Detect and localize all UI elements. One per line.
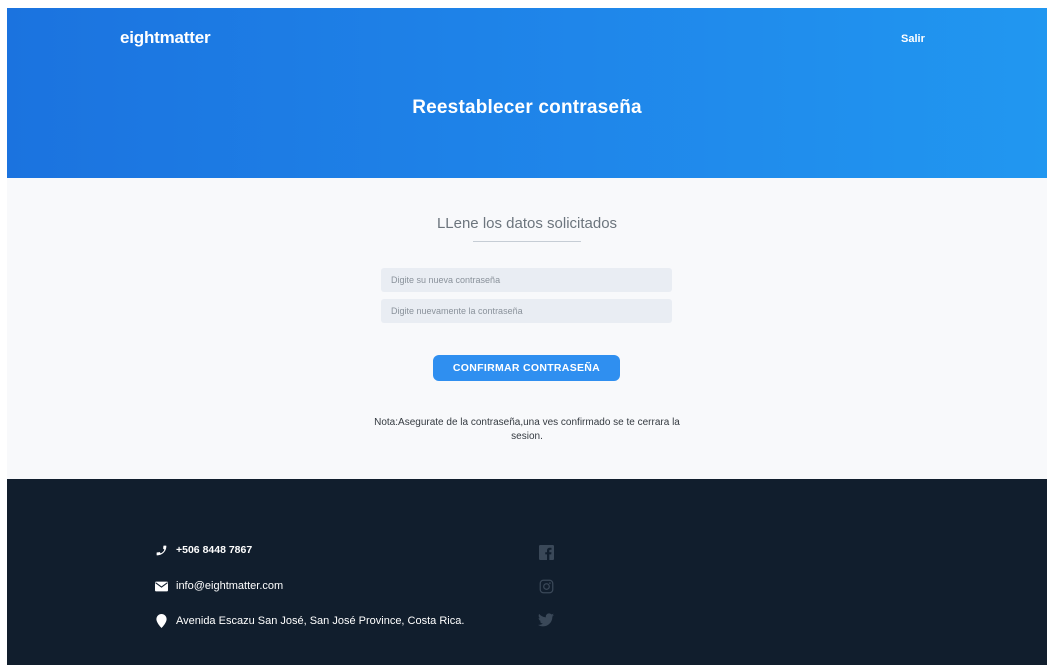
map-marker-icon (154, 614, 168, 628)
logout-link[interactable]: Salir (901, 33, 925, 45)
page-title: Reestablecer contraseña (412, 97, 642, 118)
form-subtitle: LLene los datos solicitados (436, 215, 618, 232)
instagram-icon[interactable] (538, 578, 554, 594)
contact-phone-text: +506 8448 7867 (176, 544, 253, 556)
reset-password-form: LLene los datos solicitados CONFIRMAR CO… (7, 178, 1047, 479)
confirm-password-input[interactable] (381, 299, 672, 323)
contact-email-text[interactable]: info@eightmatter.com (176, 580, 283, 592)
subtitle-divider (473, 241, 581, 242)
facebook-icon[interactable] (538, 544, 554, 560)
contact-address: Avenida Escazu San José, San José Provin… (154, 614, 464, 628)
new-password-input[interactable] (381, 268, 672, 292)
contact-email: info@eightmatter.com (154, 579, 283, 593)
note-text: Nota:Asegurate de la contraseña,una ves … (374, 417, 680, 442)
page: eightmatter Salir Reestablecer contraseñ… (7, 8, 1047, 665)
header-hero: eightmatter Salir Reestablecer contraseñ… (7, 8, 1047, 178)
contact-address-text: Avenida Escazu San José, San José Provin… (176, 615, 465, 627)
twitter-icon[interactable] (538, 612, 554, 628)
confirm-password-button[interactable]: CONFIRMAR CONTRASEÑA (433, 355, 620, 381)
footer: +506 8448 7867 info@eightmatter.com Aven… (7, 479, 1047, 665)
phone-icon (154, 543, 168, 557)
envelope-icon (154, 579, 168, 593)
brand-logo[interactable]: eightmatter (120, 28, 211, 48)
contact-phone: +506 8448 7867 (154, 543, 252, 557)
